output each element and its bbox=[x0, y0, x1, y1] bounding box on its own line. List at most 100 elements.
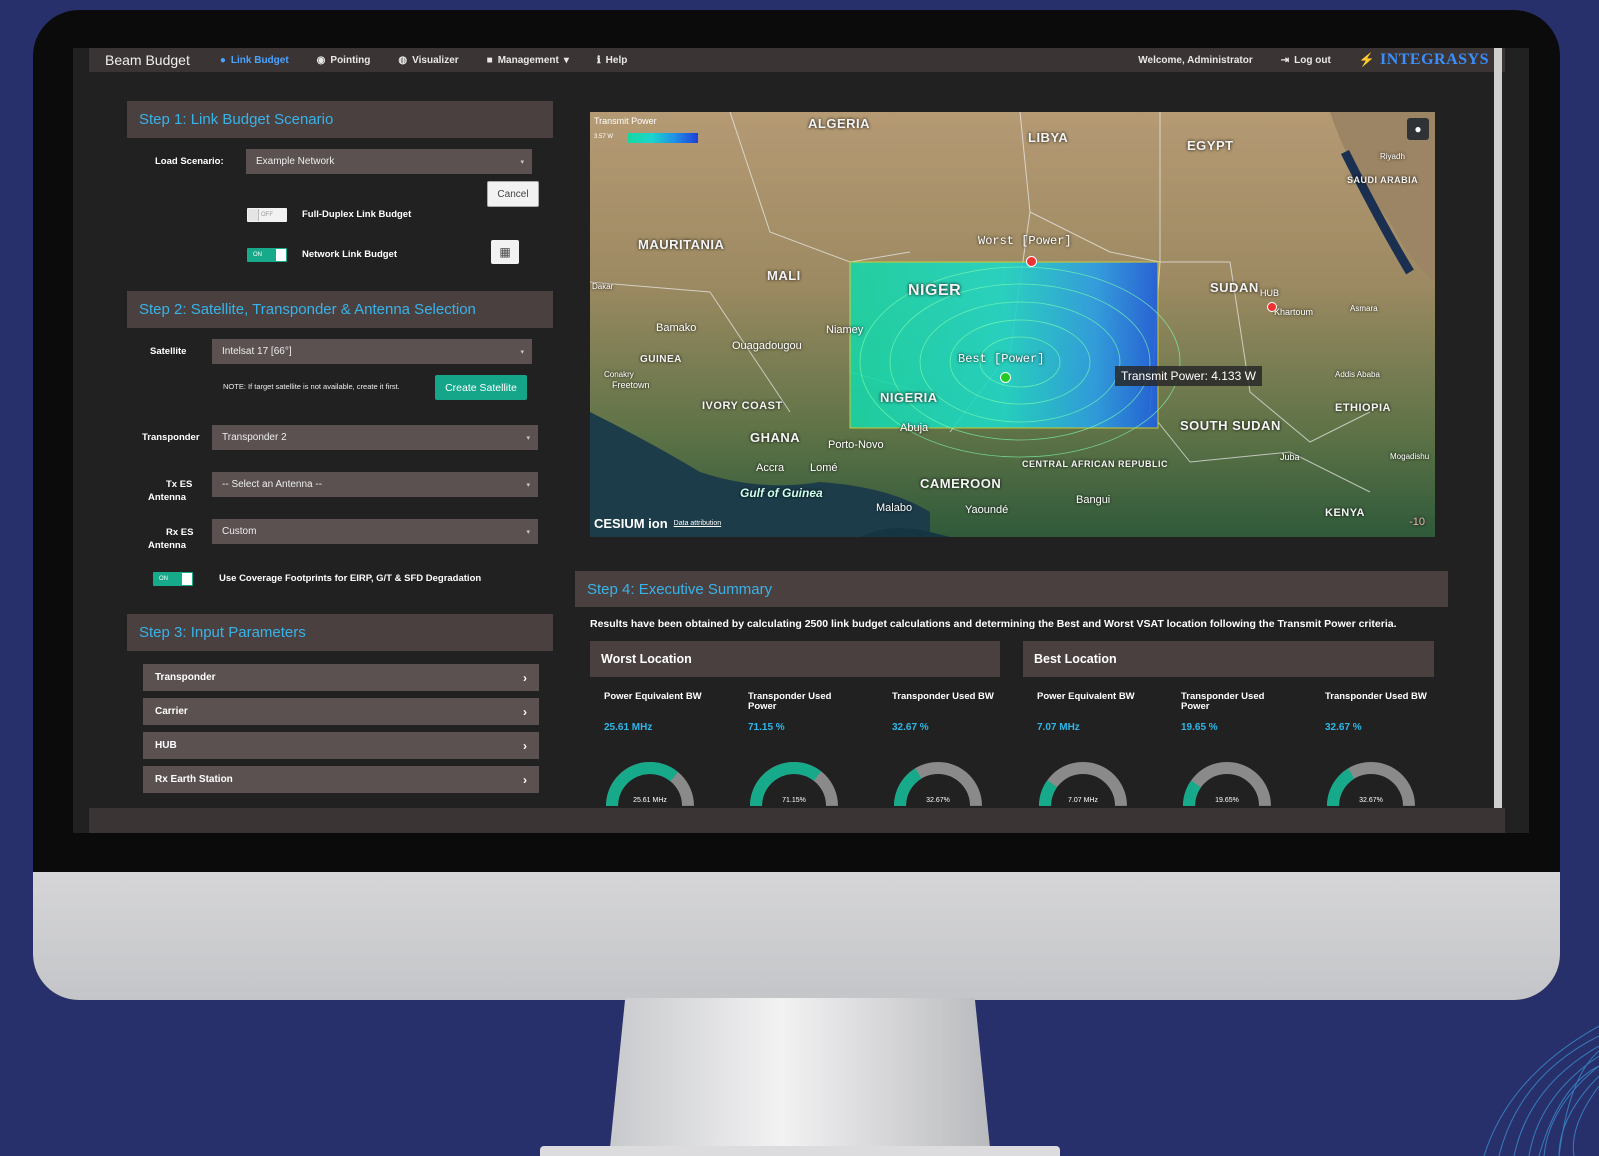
accordion-carrier[interactable]: Carrier › bbox=[143, 698, 539, 725]
step4-header: Step 4: Executive Summary bbox=[575, 571, 1448, 607]
monitor-stand-base bbox=[540, 1146, 1060, 1156]
caret-down-icon: ▾ bbox=[520, 158, 524, 166]
page-scrollbar[interactable] bbox=[1494, 48, 1502, 808]
briefcase-icon: ■ bbox=[486, 54, 493, 66]
scale-edge-value: -10 bbox=[1409, 516, 1425, 528]
step3-header: Step 3: Input Parameters bbox=[127, 614, 553, 651]
country-mauritania: MAURITANIA bbox=[638, 237, 725, 252]
footer-bar bbox=[89, 808, 1505, 833]
top-navbar: Beam Budget ● Link Budget ◉ Pointing ◍ Visu… bbox=[89, 48, 1505, 72]
step2-header: Step 2: Satellite, Transponder & Antenna… bbox=[127, 291, 553, 328]
gulf-of-guinea-label: Gulf of Guinea bbox=[740, 486, 823, 500]
cancel-button[interactable]: Cancel bbox=[487, 181, 539, 207]
worst-power-label: Worst [Power] bbox=[978, 234, 1072, 248]
transponder-select[interactable]: Transponder 2 ▾ bbox=[212, 425, 538, 450]
city-bangui: Bangui bbox=[1076, 494, 1111, 506]
nav-link-budget[interactable]: ● Link Budget bbox=[220, 55, 289, 66]
gauge-label-worst-2: 32.67% bbox=[926, 797, 950, 804]
satellite-label: Satellite bbox=[150, 346, 187, 357]
nav-management[interactable]: ■ Management ▾ bbox=[487, 55, 569, 66]
country-libya: LIBYA bbox=[1028, 130, 1069, 145]
city-yaounde: Yaoundé bbox=[965, 504, 1009, 516]
country-ivory-coast: IVORY COAST bbox=[702, 400, 783, 412]
legend-title: Transmit Power bbox=[594, 116, 657, 126]
city-abuja: Abuja bbox=[900, 422, 929, 434]
country-mali: MALI bbox=[767, 268, 801, 283]
tx-antenna-label-line1: Tx ES bbox=[166, 479, 193, 490]
accordion-hub[interactable]: HUB › bbox=[143, 732, 539, 759]
gauge-label-best-0: 7.07 MHz bbox=[1068, 797, 1098, 804]
nav-pointing[interactable]: ◉ Pointing bbox=[317, 55, 371, 66]
network-link-budget-toggle[interactable]: ON bbox=[247, 248, 287, 262]
country-cameroon: CAMEROON bbox=[920, 476, 1002, 491]
tx-antenna-select[interactable]: -- Select an Antenna -- ▾ bbox=[212, 472, 538, 497]
worst-location-header: Worst Location bbox=[590, 641, 1000, 677]
full-duplex-toggle[interactable]: OFF bbox=[247, 208, 287, 222]
rx-antenna-label-line2: Antenna bbox=[148, 540, 186, 551]
city-dakar: Dakar bbox=[592, 282, 614, 291]
country-kenya: KENYA bbox=[1325, 507, 1365, 519]
welcome-text: Welcome, Administrator bbox=[1138, 54, 1253, 66]
monitor-chin bbox=[33, 872, 1560, 1000]
worst-pebw-label: Power Equivalent BW bbox=[604, 691, 702, 702]
city-bamako: Bamako bbox=[656, 322, 697, 334]
accordion-transponder[interactable]: Transponder › bbox=[143, 664, 539, 691]
caret-down-icon: ▾ bbox=[563, 54, 569, 66]
full-duplex-label: Full-Duplex Link Budget bbox=[302, 209, 412, 220]
data-attribution-link[interactable]: Data attribution bbox=[674, 520, 721, 527]
city-niamey: Niamey bbox=[826, 324, 864, 336]
best-used-bw-label: Transponder Used BW bbox=[1325, 691, 1427, 702]
worst-used-power-label: Transponder Used Power bbox=[748, 691, 832, 712]
cesium-map-viewer[interactable]: Transmit Power 3.57 W ● ALGERIA LIBYA EG… bbox=[590, 112, 1435, 537]
create-satellite-button[interactable]: Create Satellite bbox=[435, 375, 527, 400]
city-asmara: Asmara bbox=[1350, 304, 1378, 313]
satellite-select[interactable]: Intelsat 17 [66°] ▾ bbox=[212, 339, 532, 364]
caret-down-icon: ▾ bbox=[526, 481, 530, 489]
country-egypt: EGYPT bbox=[1187, 138, 1234, 153]
transmit-power-tooltip: Transmit Power: 4.133 W bbox=[1115, 366, 1262, 386]
city-lome: Lomé bbox=[810, 462, 838, 474]
legend-min: 3.57 W bbox=[594, 134, 614, 140]
best-location-header: Best Location bbox=[1023, 641, 1434, 677]
city-porto-novo: Porto-Novo bbox=[828, 439, 884, 451]
logout-link[interactable]: ⇥ Log out bbox=[1281, 55, 1331, 66]
city-mogadishu: Mogadishu bbox=[1390, 452, 1430, 461]
logout-icon: ⇥ bbox=[1280, 54, 1290, 66]
rx-antenna-select[interactable]: Custom ▾ bbox=[212, 519, 538, 544]
best-location-marker[interactable] bbox=[1000, 372, 1011, 383]
city-juba: Juba bbox=[1280, 452, 1300, 462]
monitor-stand bbox=[610, 998, 990, 1148]
hub-label: HUB bbox=[1260, 288, 1280, 298]
best-power-label: Best [Power] bbox=[958, 352, 1045, 366]
city-freetown: Freetown bbox=[612, 380, 650, 390]
legend-color-scale bbox=[628, 133, 698, 143]
city-accra: Accra bbox=[756, 462, 785, 474]
load-scenario-label: Load Scenario: bbox=[155, 156, 224, 167]
step1-header: Step 1: Link Budget Scenario bbox=[127, 101, 553, 138]
coverage-footprints-toggle[interactable]: ON bbox=[153, 572, 193, 586]
nav-visualizer[interactable]: ◍ Visualizer bbox=[398, 55, 458, 66]
country-guinea: GUINEA bbox=[640, 354, 682, 365]
tx-antenna-label-line2: Antenna bbox=[148, 492, 186, 503]
network-link-budget-label: Network Link Budget bbox=[302, 249, 398, 260]
grid-icon[interactable]: ▦ bbox=[491, 240, 519, 264]
country-ghana: GHANA bbox=[750, 430, 801, 445]
worst-pebw-value: 25.61 MHz bbox=[604, 722, 653, 733]
accordion-rx-earth-station[interactable]: Rx Earth Station › bbox=[143, 766, 539, 793]
city-ouagadougou: Ouagadougou bbox=[732, 340, 802, 352]
country-ethiopia: ETHIOPIA bbox=[1335, 402, 1391, 414]
best-used-power-label: Transponder Used Power bbox=[1181, 691, 1265, 712]
city-khartoum: Khartoum bbox=[1274, 307, 1314, 317]
load-scenario-select[interactable]: Example Network ▾ bbox=[246, 149, 532, 174]
chevron-right-icon: › bbox=[523, 670, 527, 685]
nav-help[interactable]: ℹ Help bbox=[597, 55, 627, 66]
coverage-footprints-label: Use Coverage Footprints for EIRP, G/T & … bbox=[219, 573, 482, 584]
home-view-icon[interactable]: ● bbox=[1407, 118, 1429, 140]
worst-location-marker[interactable] bbox=[1026, 256, 1037, 267]
app-screen: Beam Budget ● Link Budget ◉ Pointing ◍ Visu… bbox=[73, 48, 1529, 833]
best-pebw-value: 7.07 MHz bbox=[1037, 722, 1080, 733]
app-brand[interactable]: Beam Budget bbox=[105, 52, 190, 68]
country-algeria: ALGERIA bbox=[808, 116, 870, 131]
hub-marker[interactable] bbox=[1267, 302, 1277, 312]
country-south-sudan: SOUTH SUDAN bbox=[1180, 418, 1281, 433]
